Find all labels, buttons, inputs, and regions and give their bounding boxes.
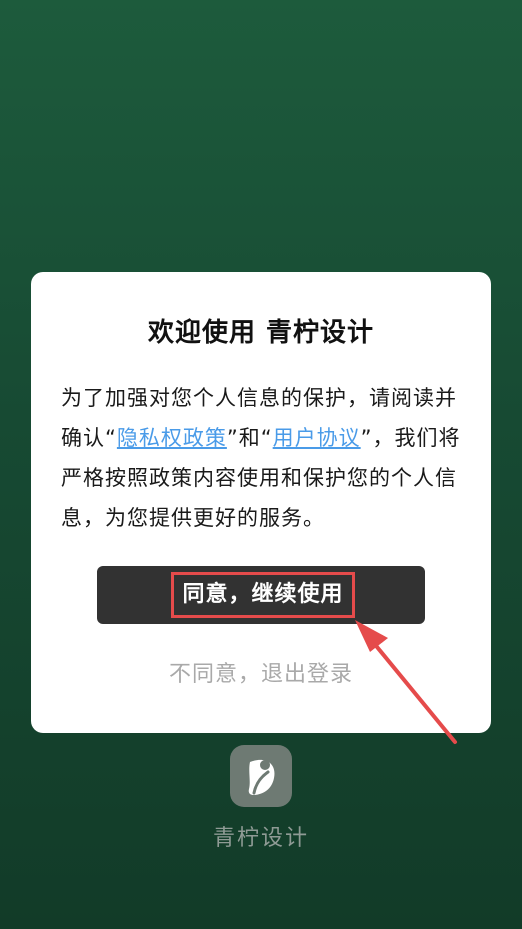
- lime-leaf-icon: [248, 759, 275, 795]
- user-agreement-link[interactable]: 用户协议: [273, 426, 361, 450]
- dialog-message: 为了加强对您个人信息的保护，请阅读并确认“隐私权政策”和“用户协议”，我们将严格…: [61, 378, 465, 538]
- app-logo: [230, 745, 292, 807]
- decline-exit-button[interactable]: 不同意，退出登录: [0, 656, 522, 688]
- dialog-title: 欢迎使用 青柠设计: [147, 318, 375, 348]
- privacy-policy-link[interactable]: 隐私权政策: [117, 426, 227, 450]
- message-text-part2: ”和“: [226, 426, 273, 450]
- app-name: 青柠设计: [212, 826, 309, 851]
- agree-continue-label[interactable]: 同意，继续使用: [171, 572, 355, 618]
